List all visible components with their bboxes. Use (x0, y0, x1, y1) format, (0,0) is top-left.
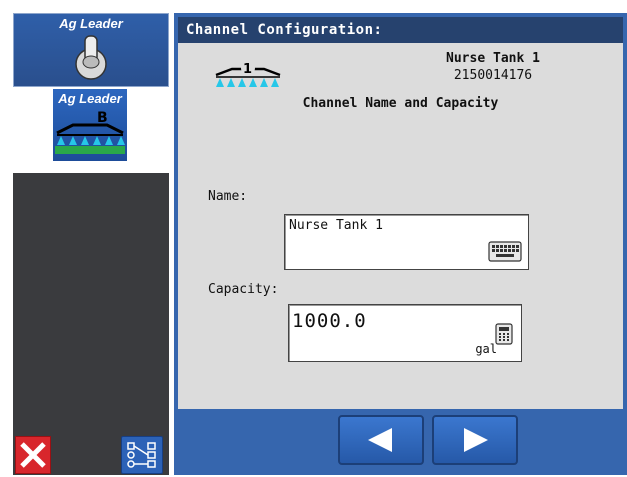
channel-config-panel: Channel Configuration: 1 Nurse Tank 1 21… (174, 13, 627, 475)
capacity-field[interactable]: 1000.0 gal (288, 304, 522, 362)
hierarchy-button[interactable] (121, 436, 163, 474)
boom-channel-icon: 1 (215, 61, 281, 87)
sidebar: Ag Leader Ag Leader B (13, 13, 169, 475)
sidebar-tile-boom[interactable]: Ag Leader B (13, 87, 169, 173)
channel-name: Nurse Tank 1 (446, 51, 540, 66)
navigation-bar (178, 409, 623, 475)
keyboard-icon[interactable] (488, 239, 522, 263)
arrow-left-icon (368, 428, 392, 452)
config-content: 1 Nurse Tank 1 2150014176 Channel Name a… (178, 43, 623, 409)
boom-sprayer-icon: Ag Leader B (53, 89, 127, 161)
capacity-value: 1000.0 (292, 310, 367, 332)
section-heading: Channel Name and Capacity (302, 96, 499, 111)
arrow-right-icon (464, 428, 488, 452)
brand-label: Ag Leader (59, 16, 123, 31)
capacity-label: Capacity: (208, 282, 279, 297)
previous-button[interactable] (338, 415, 424, 465)
hierarchy-icon (127, 442, 156, 468)
sidebar-bottom-bar (13, 434, 169, 475)
display-frame: Ag Leader Ag Leader B Channel Configurat… (0, 0, 627, 475)
channel-serial: 2150014176 (453, 68, 533, 83)
next-button[interactable] (432, 415, 518, 465)
close-button[interactable] (15, 436, 51, 474)
name-label: Name: (208, 189, 248, 204)
page-title: Channel Configuration: (178, 17, 623, 43)
sidebar-tile-toggle[interactable]: Ag Leader (13, 13, 169, 87)
name-value: Nurse Tank 1 (289, 218, 383, 233)
capacity-unit: gal (475, 342, 497, 356)
calculator-icon[interactable] (495, 323, 513, 345)
close-icon (20, 442, 46, 468)
name-field[interactable]: Nurse Tank 1 (284, 214, 529, 270)
toggle-switch-icon: Ag Leader (54, 14, 128, 86)
channel-number: 1 (243, 62, 252, 77)
